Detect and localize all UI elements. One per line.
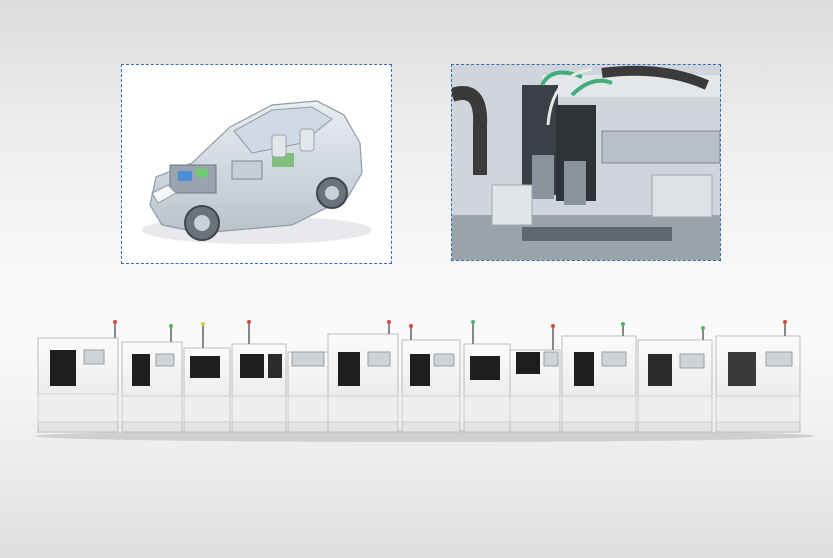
dispensing-machine-image-frame bbox=[451, 64, 721, 261]
machine-unit bbox=[637, 326, 713, 433]
machine-unit bbox=[463, 320, 511, 433]
machine-unit bbox=[509, 324, 561, 433]
machine-unit bbox=[183, 322, 231, 433]
machine-unit bbox=[287, 351, 329, 433]
production-line-illustration bbox=[35, 320, 815, 442]
dispensing-machine-photo bbox=[452, 65, 720, 260]
car-cutaway-illustration bbox=[142, 100, 372, 244]
machine-unit bbox=[121, 324, 183, 433]
page: { "image_1": { "description_name": "auto… bbox=[0, 0, 833, 558]
machine-unit bbox=[327, 320, 399, 433]
car-cutaway-image-frame bbox=[121, 64, 392, 264]
machine-unit bbox=[37, 320, 119, 433]
machine-unit bbox=[561, 322, 637, 433]
machine-unit bbox=[715, 320, 801, 433]
automated-production-line bbox=[30, 318, 820, 443]
machine-unit bbox=[231, 320, 287, 433]
machine-unit bbox=[401, 324, 461, 433]
